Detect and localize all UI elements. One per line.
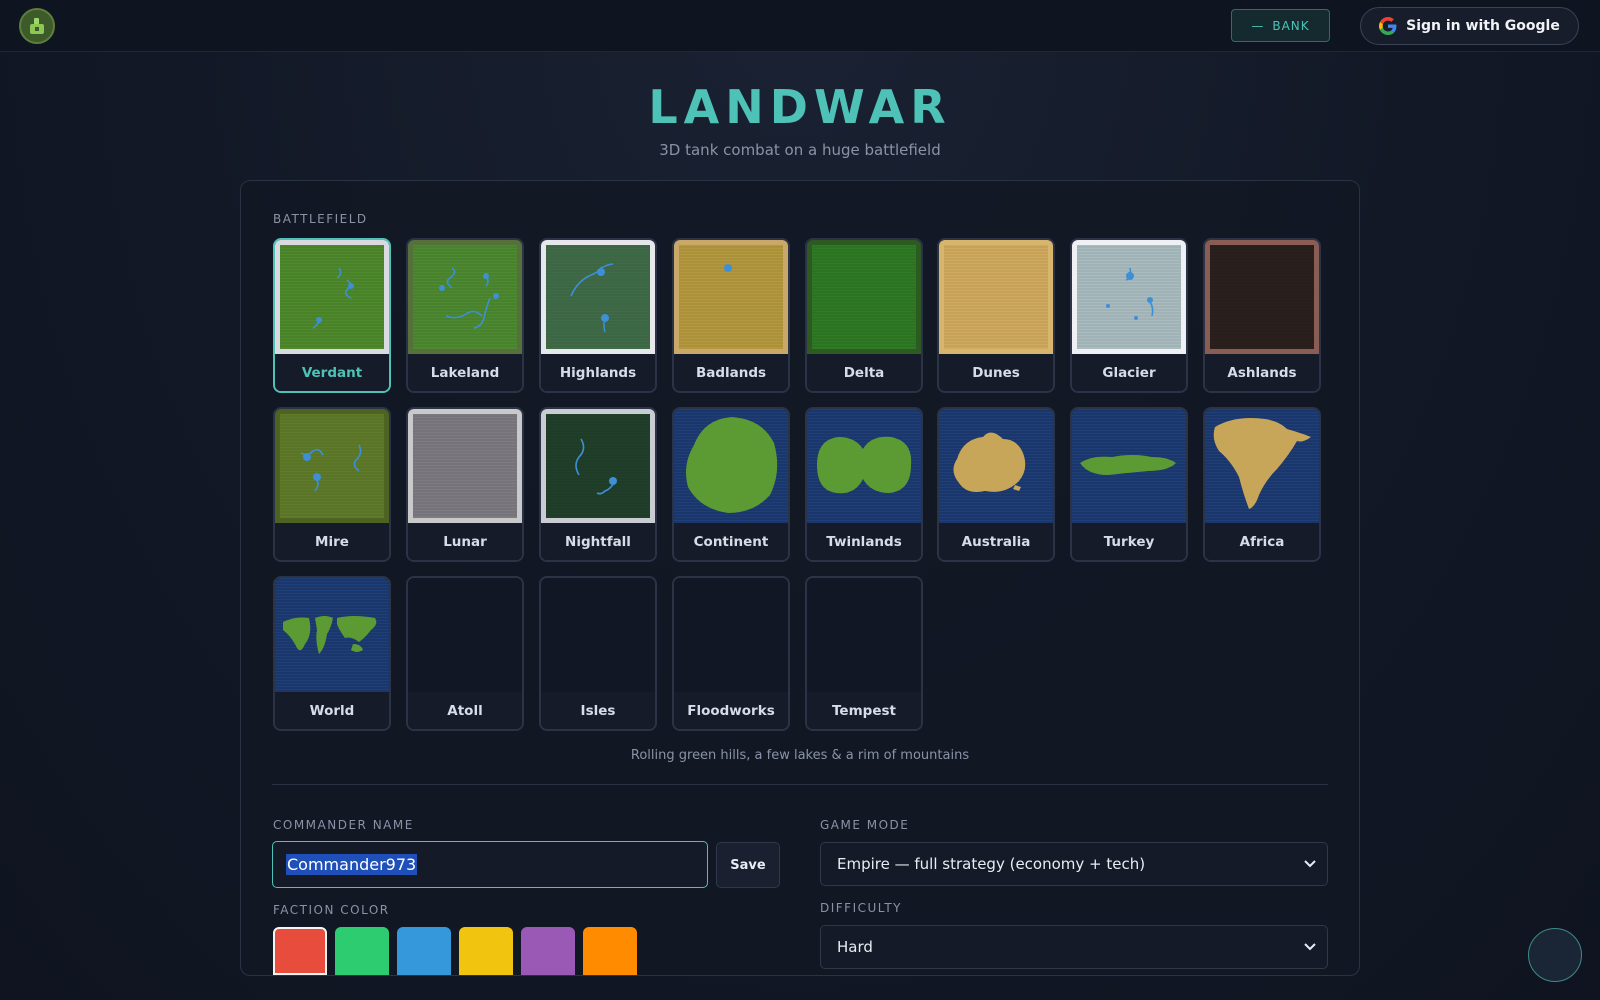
map-thumbnail	[1072, 240, 1186, 354]
map-thumbnail	[541, 409, 655, 523]
map-thumbnail	[807, 240, 921, 354]
google-icon	[1379, 17, 1397, 35]
google-sign-in-button[interactable]: Sign in with Google	[1360, 7, 1579, 45]
top-bar: — BANK Sign in with Google	[0, 0, 1600, 52]
tank-logo-icon[interactable]	[19, 8, 55, 44]
map-card-label: World	[275, 692, 389, 729]
map-card-badlands[interactable]: Badlands	[672, 238, 790, 393]
map-thumbnail	[1072, 409, 1186, 523]
map-card-delta[interactable]: Delta	[805, 238, 923, 393]
map-card-label: Lakeland	[408, 354, 522, 391]
battlefield-description: Rolling green hills, a few lakes & a rim…	[630, 748, 970, 763]
faction-color-label: FACTION COLOR	[273, 903, 390, 917]
map-card-verdant[interactable]: Verdant	[273, 238, 391, 393]
map-card-label: Dunes	[939, 354, 1053, 391]
save-name-button[interactable]: Save	[716, 842, 780, 888]
map-thumbnail	[408, 409, 522, 523]
map-thumbnail	[674, 240, 788, 354]
difficulty-label: DIFFICULTY	[820, 901, 902, 915]
map-card-atoll[interactable]: Atoll	[406, 576, 524, 731]
map-card-floodworks[interactable]: Floodworks	[672, 576, 790, 731]
map-card-twinlands[interactable]: Twinlands	[805, 407, 923, 562]
map-thumbnail	[1205, 409, 1319, 523]
map-card-lakeland[interactable]: Lakeland	[406, 238, 524, 393]
map-card-label: Floodworks	[674, 692, 788, 729]
map-card-continent[interactable]: Continent	[672, 407, 790, 562]
game-subtitle: 3D tank combat on a huge battlefield	[659, 141, 941, 159]
tank-icon	[30, 18, 44, 34]
map-thumbnail	[939, 240, 1053, 354]
battlefield-label: BATTLEFIELD	[273, 212, 368, 226]
map-thumbnail	[939, 409, 1053, 523]
difficulty-value: Hard	[837, 938, 873, 956]
game-mode-value: Empire — full strategy (economy + tech)	[837, 855, 1146, 873]
map-card-label: Twinlands	[807, 523, 921, 560]
floating-action-button[interactable]	[1528, 928, 1582, 982]
game-mode-select[interactable]: Empire — full strategy (economy + tech)	[820, 842, 1328, 886]
map-card-mire[interactable]: Mire	[273, 407, 391, 562]
faction-color-swatch[interactable]	[459, 927, 513, 975]
map-card-australia[interactable]: Australia	[937, 407, 1055, 562]
map-thumbnail	[275, 578, 389, 692]
faction-color-swatch[interactable]	[335, 927, 389, 975]
section-divider	[272, 784, 1328, 785]
map-card-label: Glacier	[1072, 354, 1186, 391]
map-card-turkey[interactable]: Turkey	[1070, 407, 1188, 562]
map-thumbnail	[408, 240, 522, 354]
map-thumbnail	[807, 409, 921, 523]
map-thumbnail	[541, 578, 655, 692]
difficulty-select[interactable]: Hard	[820, 925, 1328, 969]
map-card-highlands[interactable]: Highlands	[539, 238, 657, 393]
commander-name-value: Commander973	[286, 854, 418, 875]
map-card-label: Mire	[275, 523, 389, 560]
map-thumbnail	[541, 240, 655, 354]
map-card-label: Atoll	[408, 692, 522, 729]
map-card-tempest[interactable]: Tempest	[805, 576, 923, 731]
bank-label: BANK	[1272, 18, 1310, 33]
map-thumbnail	[807, 578, 921, 692]
map-card-africa[interactable]: Africa	[1203, 407, 1321, 562]
map-thumbnail	[275, 240, 389, 354]
map-card-lunar[interactable]: Lunar	[406, 407, 524, 562]
map-card-dunes[interactable]: Dunes	[937, 238, 1055, 393]
map-card-label: Delta	[807, 354, 921, 391]
map-card-label: Africa	[1205, 523, 1319, 560]
faction-color-swatch[interactable]	[273, 927, 327, 975]
map-thumbnail	[1205, 240, 1319, 354]
google-sign-in-label: Sign in with Google	[1406, 18, 1560, 34]
commander-name-input[interactable]: Commander973	[272, 841, 708, 888]
map-card-label: Continent	[674, 523, 788, 560]
game-mode-label: GAME MODE	[820, 818, 910, 832]
map-card-world[interactable]: World	[273, 576, 391, 731]
commander-name-label: COMMANDER NAME	[273, 818, 414, 832]
map-thumbnail	[408, 578, 522, 692]
map-thumbnail	[275, 409, 389, 523]
map-card-label: Lunar	[408, 523, 522, 560]
bank-button[interactable]: — BANK	[1231, 9, 1330, 42]
chevron-down-icon	[1304, 943, 1316, 951]
game-title: LANDWAR	[648, 80, 952, 134]
map-thumbnail	[674, 409, 788, 523]
map-card-label: Highlands	[541, 354, 655, 391]
map-thumbnail	[674, 578, 788, 692]
map-card-label: Australia	[939, 523, 1053, 560]
faction-color-swatch[interactable]	[583, 927, 637, 975]
map-card-label: Badlands	[674, 354, 788, 391]
faction-color-swatch[interactable]	[397, 927, 451, 975]
map-card-label: Turkey	[1072, 523, 1186, 560]
map-card-label: Verdant	[275, 354, 389, 391]
map-card-label: Isles	[541, 692, 655, 729]
faction-color-swatch[interactable]	[521, 927, 575, 975]
bank-value: —	[1251, 18, 1265, 33]
map-card-label: Tempest	[807, 692, 921, 729]
map-card-glacier[interactable]: Glacier	[1070, 238, 1188, 393]
chevron-down-icon	[1304, 860, 1316, 868]
map-card-label: Ashlands	[1205, 354, 1319, 391]
map-card-nightfall[interactable]: Nightfall	[539, 407, 657, 562]
map-card-isles[interactable]: Isles	[539, 576, 657, 731]
map-card-label: Nightfall	[541, 523, 655, 560]
map-card-ashlands[interactable]: Ashlands	[1203, 238, 1321, 393]
